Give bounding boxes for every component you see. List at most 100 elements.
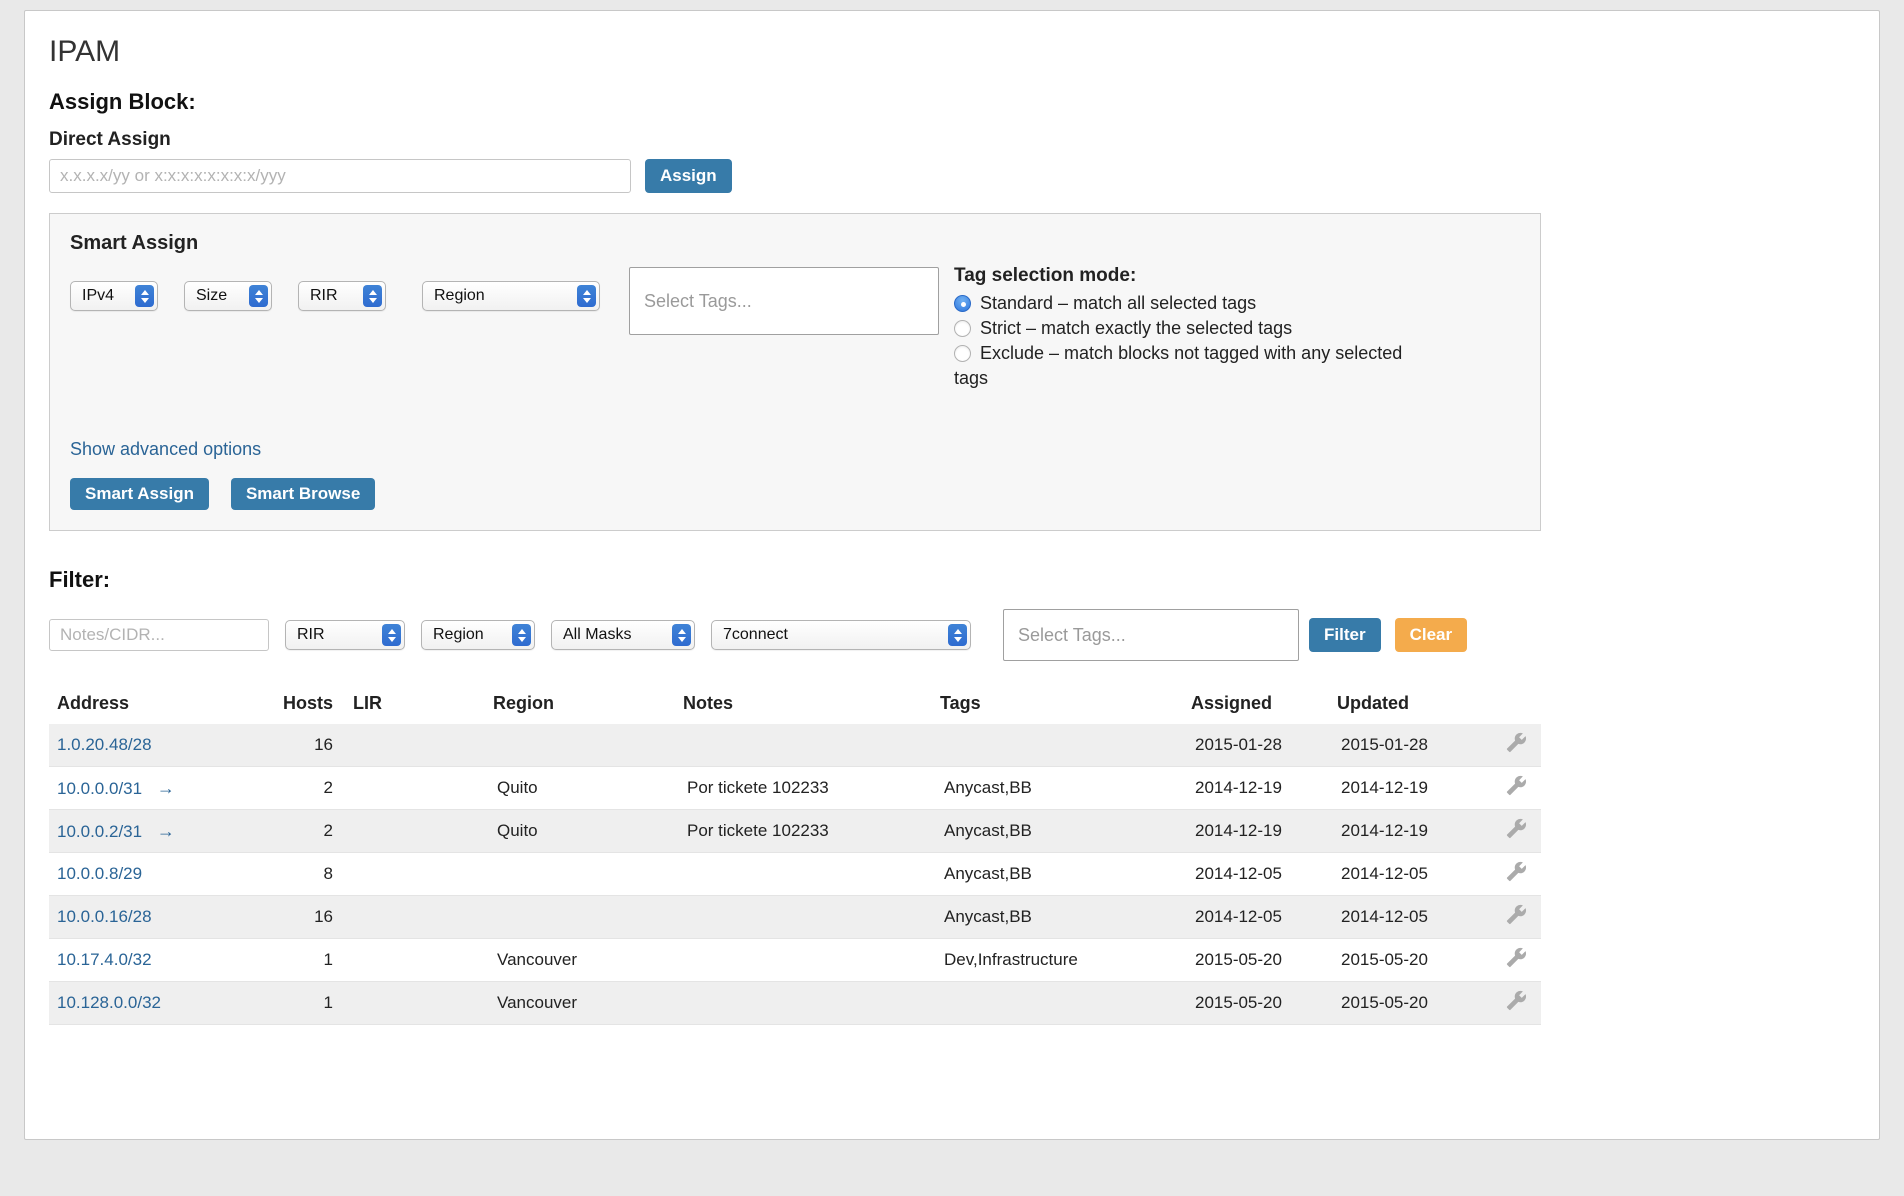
updated-cell: 2015-05-20 bbox=[1337, 950, 1468, 970]
actions-cell bbox=[1468, 990, 1541, 1016]
notes-filter-input[interactable] bbox=[49, 619, 269, 651]
updated-cell: 2015-05-20 bbox=[1337, 993, 1468, 1013]
region-select[interactable]: Region bbox=[422, 281, 600, 311]
edit-wrench-icon[interactable] bbox=[1506, 990, 1527, 1011]
edit-wrench-icon[interactable] bbox=[1506, 775, 1527, 796]
address-link[interactable]: 10.0.0.16/28 bbox=[57, 907, 152, 926]
smart-assign-tags-input[interactable]: Select Tags... bbox=[629, 267, 939, 335]
tags-cell: Anycast,BB bbox=[940, 778, 1191, 798]
table-row: 10.0.0.2/31 → 2 Quito Por tickete 102233… bbox=[49, 810, 1541, 853]
updated-cell: 2015-01-28 bbox=[1337, 735, 1468, 755]
hosts-cell: 2 bbox=[267, 778, 333, 798]
smart-assign-button[interactable]: Smart Assign bbox=[70, 478, 209, 510]
edit-wrench-icon[interactable] bbox=[1506, 947, 1527, 968]
address-link[interactable]: 10.128.0.0/32 bbox=[57, 993, 161, 1012]
lir-filter-select[interactable]: 7connect bbox=[711, 620, 971, 650]
actions-cell bbox=[1468, 732, 1541, 758]
assigned-cell: 2015-05-20 bbox=[1191, 950, 1337, 970]
updated-cell: 2014-12-05 bbox=[1337, 864, 1468, 884]
filter-controls: RIR Region All Masks 7connect Select Tag… bbox=[49, 609, 1855, 661]
filter-tags-input[interactable]: Select Tags... bbox=[1003, 609, 1299, 661]
actions-cell bbox=[1468, 947, 1541, 973]
actions-cell bbox=[1468, 904, 1541, 930]
rir-select-value: RIR bbox=[310, 287, 338, 305]
smart-browse-button[interactable]: Smart Browse bbox=[231, 478, 375, 510]
clear-button[interactable]: Clear bbox=[1395, 618, 1468, 652]
region-filter-select[interactable]: Region bbox=[421, 620, 535, 650]
assigned-cell: 2014-12-05 bbox=[1191, 907, 1337, 927]
show-advanced-link[interactable]: Show advanced options bbox=[70, 439, 261, 460]
smart-assign-heading: Smart Assign bbox=[70, 232, 1520, 255]
region-filter-value: Region bbox=[433, 626, 484, 644]
ip-version-select-value: IPv4 bbox=[82, 287, 114, 305]
rir-select[interactable]: RIR bbox=[298, 281, 386, 311]
tags-cell: Anycast,BB bbox=[940, 907, 1191, 927]
assigned-cell: 2015-05-20 bbox=[1191, 993, 1337, 1013]
radio-button-icon[interactable] bbox=[954, 345, 971, 362]
tag-mode-option[interactable]: Standard – match all selected tags bbox=[954, 291, 1432, 316]
select-caret-icon bbox=[363, 285, 382, 307]
address-cell: 10.0.0.8/29 → bbox=[49, 864, 267, 884]
select-caret-icon bbox=[948, 624, 967, 646]
masks-filter-select[interactable]: All Masks bbox=[551, 620, 695, 650]
edit-wrench-icon[interactable] bbox=[1506, 904, 1527, 925]
tag-mode-option-label: Exclude – match blocks not tagged with a… bbox=[954, 343, 1402, 388]
actions-cell bbox=[1468, 818, 1541, 844]
page-title: IPAM bbox=[49, 35, 1855, 69]
notes-cell: Por tickete 102233 bbox=[683, 778, 940, 798]
address-cell: 10.0.0.0/31 → bbox=[49, 778, 267, 799]
updated-cell: 2014-12-19 bbox=[1337, 821, 1468, 841]
rir-filter-value: RIR bbox=[297, 626, 325, 644]
address-link[interactable]: 10.0.0.8/29 bbox=[57, 864, 142, 883]
address-cell: 10.128.0.0/32 → bbox=[49, 993, 267, 1013]
tag-mode-option[interactable]: Strict – match exactly the selected tags bbox=[954, 316, 1432, 341]
table-row: 1.0.20.48/28 → 16 2015-01-28 2015-01-28 bbox=[49, 724, 1541, 767]
select-caret-icon bbox=[249, 285, 268, 307]
col-header-lir: LIR bbox=[333, 693, 493, 714]
region-cell: Quito bbox=[493, 778, 683, 798]
address-cell: 1.0.20.48/28 → bbox=[49, 735, 267, 755]
edit-wrench-icon[interactable] bbox=[1506, 732, 1527, 753]
tag-mode-option-label: Strict – match exactly the selected tags bbox=[980, 318, 1292, 338]
region-cell: Quito bbox=[493, 821, 683, 841]
select-caret-icon bbox=[672, 624, 691, 646]
radio-button-icon[interactable] bbox=[954, 295, 971, 312]
tags-cell: Anycast,BB bbox=[940, 864, 1191, 884]
rir-filter-select[interactable]: RIR bbox=[285, 620, 405, 650]
notes-cell: Por tickete 102233 bbox=[683, 821, 940, 841]
address-cell: 10.0.0.2/31 → bbox=[49, 821, 267, 842]
ip-version-select[interactable]: IPv4 bbox=[70, 281, 158, 311]
assign-button[interactable]: Assign bbox=[645, 159, 732, 193]
region-select-value: Region bbox=[434, 287, 485, 305]
tags-cell: Dev,Infrastructure bbox=[940, 950, 1191, 970]
address-link[interactable]: 10.0.0.0/31 bbox=[57, 779, 142, 798]
hosts-cell: 2 bbox=[267, 821, 333, 841]
edit-wrench-icon[interactable] bbox=[1506, 861, 1527, 882]
size-select[interactable]: Size bbox=[184, 281, 272, 311]
address-arrow-icon[interactable]: → bbox=[157, 778, 175, 798]
address-link[interactable]: 10.17.4.0/32 bbox=[57, 950, 152, 969]
address-arrow-icon[interactable]: → bbox=[157, 821, 175, 841]
blocks-table: Address Hosts LIR Region Notes Tags Assi… bbox=[49, 691, 1541, 1025]
actions-cell bbox=[1468, 861, 1541, 887]
radio-button-icon[interactable] bbox=[954, 320, 971, 337]
assigned-cell: 2015-01-28 bbox=[1191, 735, 1337, 755]
assigned-cell: 2014-12-19 bbox=[1191, 821, 1337, 841]
address-link[interactable]: 1.0.20.48/28 bbox=[57, 735, 152, 754]
edit-wrench-icon[interactable] bbox=[1506, 818, 1527, 839]
updated-cell: 2014-12-19 bbox=[1337, 778, 1468, 798]
address-link[interactable]: 10.0.0.2/31 bbox=[57, 822, 142, 841]
address-cell: 10.17.4.0/32 → bbox=[49, 950, 267, 970]
smart-assign-buttons: Smart Assign Smart Browse bbox=[70, 478, 1520, 510]
tag-mode-option[interactable]: Exclude – match blocks not tagged with a… bbox=[954, 341, 1432, 391]
direct-assign-row: Assign bbox=[49, 159, 1855, 193]
col-header-tags: Tags bbox=[940, 693, 1191, 714]
col-header-assigned: Assigned bbox=[1191, 693, 1337, 714]
direct-assign-label: Direct Assign bbox=[49, 129, 1855, 151]
tags-cell: Anycast,BB bbox=[940, 821, 1191, 841]
direct-assign-input[interactable] bbox=[49, 159, 631, 193]
hosts-cell: 16 bbox=[267, 907, 333, 927]
region-cell: Vancouver bbox=[493, 950, 683, 970]
filter-button[interactable]: Filter bbox=[1309, 618, 1381, 652]
col-header-notes: Notes bbox=[683, 693, 940, 714]
